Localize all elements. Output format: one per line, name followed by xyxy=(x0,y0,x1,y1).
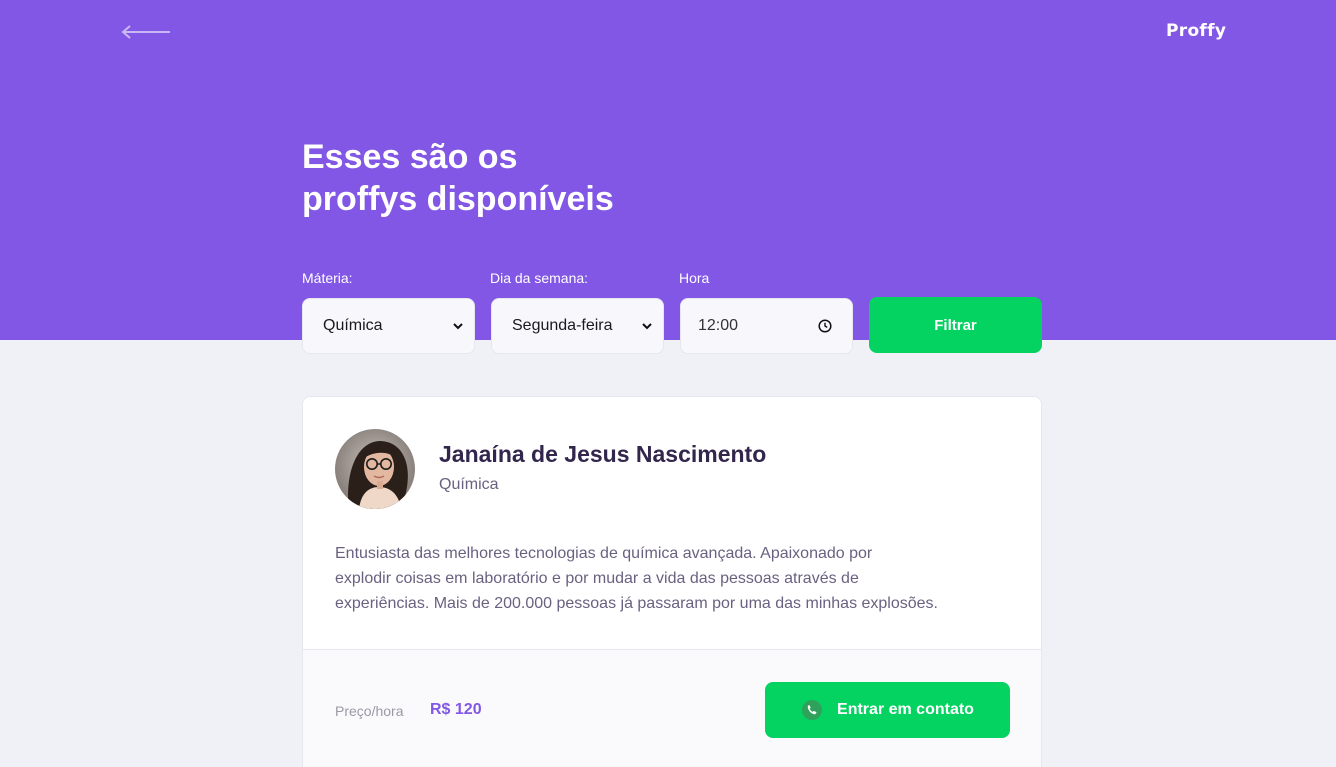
price-value: R$ 120 xyxy=(430,701,482,718)
clock-icon[interactable] xyxy=(818,319,832,333)
subject-select[interactable]: Química xyxy=(302,298,475,354)
chevron-down-icon xyxy=(642,323,652,330)
teacher-subject: Química xyxy=(439,476,499,493)
arrow-left-icon xyxy=(121,25,170,39)
weekday-select-value: Segunda-feira xyxy=(512,317,613,334)
price-label: Preço/hora xyxy=(335,703,404,719)
avatar xyxy=(335,429,415,509)
time-input-value: 12:00 xyxy=(698,317,739,334)
chevron-down-icon xyxy=(453,323,463,330)
teacher-card: Janaína de Jesus Nascimento Química Entu… xyxy=(302,396,1042,767)
contact-button[interactable]: Entrar em contato xyxy=(765,682,1010,738)
subject-label: Máteria: xyxy=(302,270,353,286)
subject-select-value: Química xyxy=(323,317,383,334)
time-label: Hora xyxy=(679,270,710,286)
teacher-bio: Entusiasta das melhores tecnologias de q… xyxy=(335,545,938,612)
page-title: Esses são os proffys disponíveis xyxy=(302,138,614,218)
filter-button[interactable]: Filtrar xyxy=(869,297,1042,353)
card-footer: Preço/hora R$ 120 Entrar em contato xyxy=(303,649,1041,767)
page-header: Proffy Esses são os proffys disponíveis xyxy=(0,0,1336,340)
logo: Proffy xyxy=(1166,21,1227,41)
weekday-label: Dia da semana: xyxy=(490,270,589,286)
time-input[interactable]: 12:00 xyxy=(680,298,853,354)
weekday-select[interactable]: Segunda-feira xyxy=(491,298,664,354)
teacher-name: Janaína de Jesus Nascimento xyxy=(439,441,767,467)
back-button[interactable] xyxy=(120,22,172,42)
whatsapp-icon xyxy=(802,700,823,720)
contact-button-label: Entrar em contato xyxy=(837,701,974,718)
